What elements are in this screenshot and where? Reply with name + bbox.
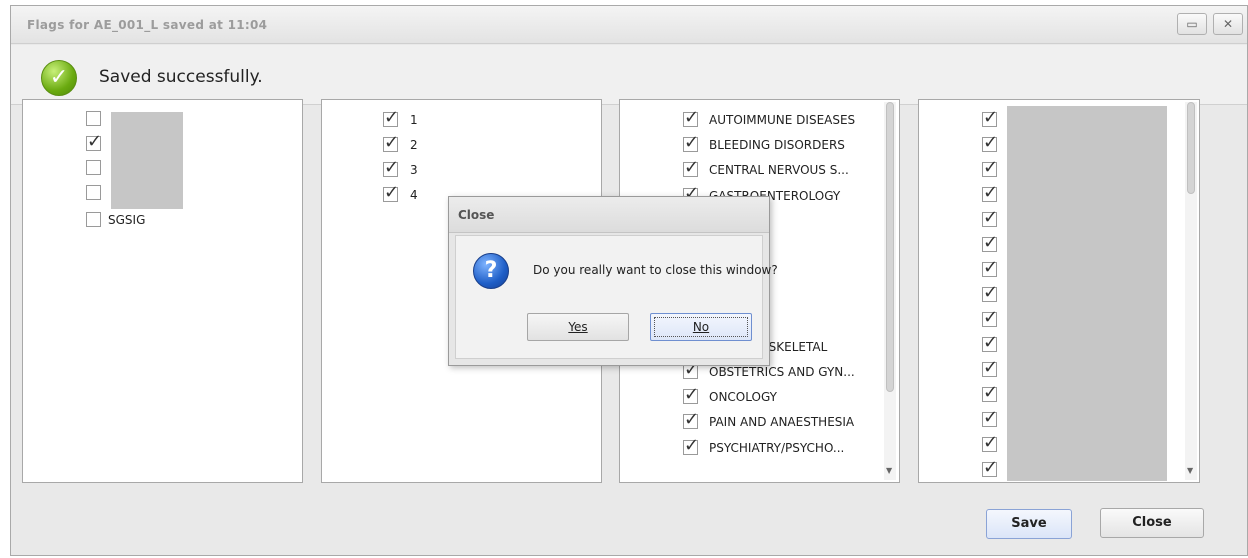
- no-button[interactable]: No: [650, 313, 752, 341]
- close-button[interactable]: Close: [1100, 508, 1204, 538]
- flag-checkbox[interactable]: [982, 382, 998, 403]
- flag-label: SGSIG: [108, 213, 146, 227]
- flag-checkbox[interactable]: [982, 282, 998, 303]
- flag-checkbox[interactable]: [683, 157, 699, 178]
- dialog-message: Do you really want to close this window?: [533, 263, 778, 277]
- restore-button[interactable]: ▭: [1177, 13, 1207, 35]
- flag-label: 3: [410, 163, 418, 177]
- check-circle-icon: ✓: [41, 60, 77, 96]
- dialog-title-bar[interactable]: Close: [449, 197, 769, 233]
- flag-checkbox[interactable]: [86, 131, 102, 152]
- flag-label: ONCOLOGY: [709, 390, 777, 405]
- save-button[interactable]: Save: [986, 509, 1072, 539]
- success-banner: ✓ Saved successfully.: [11, 45, 1247, 105]
- panel4-scrollbar[interactable]: ▼: [1185, 102, 1197, 480]
- flag-checkbox[interactable]: [982, 157, 998, 178]
- flag-checkbox[interactable]: [982, 457, 998, 478]
- flags-panel-4: ▼: [918, 99, 1200, 483]
- dialog-title: Close: [458, 208, 495, 222]
- flag-checkbox[interactable]: [383, 157, 399, 178]
- flag-checkbox[interactable]: [982, 232, 998, 253]
- yes-button[interactable]: Yes: [527, 313, 629, 341]
- flag-label: AUTOIMMUNE DISEASES: [709, 113, 856, 127]
- flag-label: CENTRAL NERVOUS S...: [709, 163, 849, 178]
- flag-checkbox[interactable]: [86, 185, 101, 200]
- flag-checkbox[interactable]: [383, 107, 399, 128]
- flag-checkbox[interactable]: [982, 332, 998, 353]
- panel4-scroll-thumb[interactable]: [1187, 102, 1195, 194]
- flag-checkbox[interactable]: [982, 432, 998, 453]
- flag-checkbox[interactable]: [982, 182, 998, 203]
- dialog-body: ? Do you really want to close this windo…: [455, 235, 778, 359]
- flags-panel-1: [22, 99, 303, 483]
- question-icon: ?: [473, 253, 509, 289]
- window-close-button[interactable]: ✕: [1213, 13, 1243, 35]
- flag-checkbox[interactable]: [982, 407, 998, 428]
- scroll-down-icon[interactable]: ▼: [1187, 466, 1193, 475]
- flag-checkbox[interactable]: [982, 207, 998, 228]
- flag-checkbox[interactable]: [982, 307, 998, 328]
- flag-checkbox[interactable]: [982, 132, 998, 153]
- no-button-label: No: [654, 317, 748, 337]
- flag-label: PSYCHIATRY/PSYCHO...: [709, 440, 845, 455]
- flag-checkbox[interactable]: [86, 212, 101, 227]
- panel3-scroll-thumb[interactable]: [886, 102, 894, 392]
- flag-checkbox[interactable]: [683, 132, 699, 153]
- flag-checkbox[interactable]: [982, 257, 998, 278]
- flag-checkbox[interactable]: [683, 384, 699, 405]
- flag-label: 1: [410, 113, 418, 127]
- flag-checkbox[interactable]: [383, 182, 399, 203]
- flag-label: 4: [410, 188, 418, 202]
- flag-checkbox[interactable]: [982, 107, 998, 128]
- title-bar[interactable]: Flags for AE_001_L saved at 11:04 ▭ ✕: [11, 6, 1247, 44]
- flag-checkbox[interactable]: [683, 107, 699, 128]
- flag-label: BLEEDING DISORDERS: [709, 138, 845, 153]
- scroll-down-icon[interactable]: ▼: [886, 466, 892, 475]
- redacted-block: [111, 112, 183, 209]
- flag-checkbox[interactable]: [982, 357, 998, 378]
- success-message: Saved successfully.: [99, 67, 263, 87]
- flag-label: PAIN AND ANAESTHESIA: [709, 415, 855, 430]
- flag-checkbox[interactable]: [683, 409, 699, 430]
- flag-checkbox[interactable]: [383, 132, 399, 153]
- redacted-block: [1007, 106, 1167, 481]
- flag-label: OBSTETRICS AND GYN...: [709, 365, 855, 379]
- flag-checkbox[interactable]: [86, 160, 101, 175]
- panel3-scrollbar[interactable]: ▼: [884, 102, 896, 480]
- flag-checkbox[interactable]: [683, 435, 699, 456]
- close-dialog: Close ? Do you really want to close this…: [448, 196, 778, 366]
- window-title: Flags for AE_001_L saved at 11:04: [27, 18, 268, 32]
- flag-label: 2: [410, 138, 418, 152]
- flag-checkbox[interactable]: [683, 359, 699, 380]
- flag-checkbox[interactable]: [86, 111, 101, 126]
